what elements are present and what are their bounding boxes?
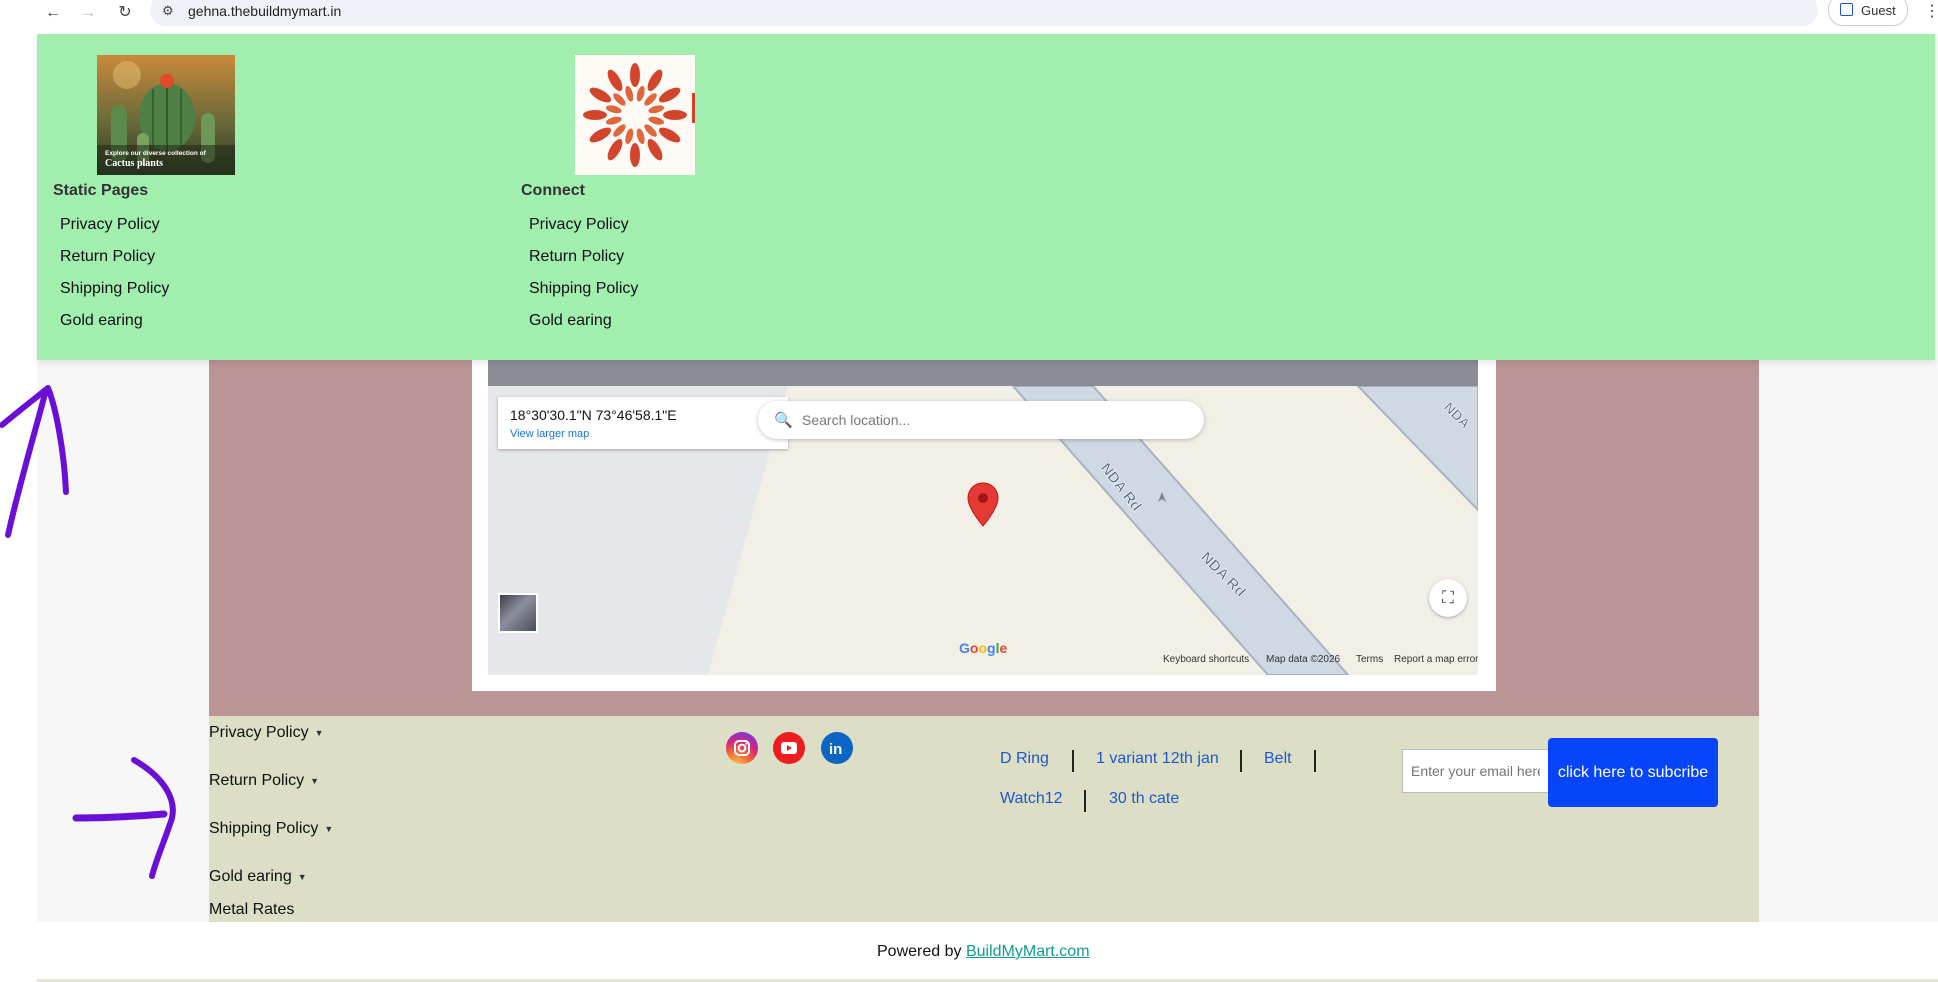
instagram-icon[interactable]	[726, 732, 758, 764]
linkedin-icon[interactable]: in	[821, 732, 853, 764]
url-text: gehna.thebuildmymart.in	[188, 3, 342, 19]
caret-down-icon: ▼	[310, 775, 320, 786]
reload-icon[interactable]: ↻	[114, 2, 136, 24]
search-icon: 🔍	[774, 412, 793, 429]
site-info-icon[interactable]: ⚙	[162, 3, 174, 19]
back-icon[interactable]: ←	[42, 2, 64, 24]
powered-by-prefix: Powered by	[877, 943, 962, 960]
buildmymart-link[interactable]: BuildMyMart.com	[966, 943, 1090, 960]
map-card: NDA Rd NDA Rd NDA ◷ 18°30'30.1"N 73°46'5…	[472, 330, 1496, 691]
tag-separator	[1072, 750, 1074, 772]
tag-link-belt[interactable]: Belt	[1264, 750, 1292, 768]
google-logo: Google	[959, 640, 1008, 656]
footer-link-shipping-policy[interactable]: Shipping Policy ▼	[209, 820, 333, 838]
person-icon	[1840, 3, 1853, 16]
footer-link-return-policy[interactable]: Return Policy ▼	[209, 772, 319, 790]
more-menu-icon[interactable]: ⋮	[1924, 1, 1938, 21]
map-view[interactable]: NDA Rd NDA Rd NDA ◷ 18°30'30.1"N 73°46'5…	[488, 330, 1478, 675]
footer-link-privacy-policy[interactable]: Privacy Policy ▼	[209, 724, 324, 742]
footer-link-label: Return Policy	[209, 772, 305, 789]
email-input[interactable]	[1402, 749, 1548, 793]
place-card: 18°30'30.1"N 73°46'58.1"E View larger ma…	[498, 397, 788, 449]
footer-link-label: Shipping Policy	[209, 820, 319, 837]
menu-title-connect: Connect	[521, 182, 585, 199]
menu-link-return-policy[interactable]: Return Policy	[60, 248, 155, 266]
menu-link-gold-earing[interactable]: Gold earing	[60, 312, 143, 330]
satellite-toggle[interactable]	[498, 593, 538, 633]
profile-label: Guest	[1861, 3, 1896, 18]
keyboard-shortcuts-link[interactable]: Keyboard shortcuts	[1163, 654, 1249, 665]
caret-down-icon: ▼	[324, 823, 334, 834]
banner-caption-line2: Cactus plants	[105, 158, 163, 169]
menu-link-return-policy[interactable]: Return Policy	[529, 248, 624, 266]
caret-down-icon: ▼	[297, 871, 307, 882]
report-map-error-link[interactable]: Report a map error	[1394, 654, 1478, 665]
view-larger-map-link[interactable]: View larger map	[510, 428, 589, 440]
powered-by: Powered by BuildMyMart.com	[877, 943, 1090, 961]
menu-title-static-pages: Static Pages	[53, 182, 149, 199]
menu-link-shipping-policy[interactable]: Shipping Policy	[60, 280, 169, 298]
menu-link-privacy-policy[interactable]: Privacy Policy	[529, 216, 629, 234]
footer-link-label: Gold earing	[209, 868, 292, 885]
footer-link-label: Privacy Policy	[209, 724, 309, 741]
footer-link-metal-rates[interactable]: Metal Rates	[209, 901, 294, 919]
mega-menu: Explore our diverse collection of Cactus…	[37, 34, 1935, 360]
tag-link-d-ring[interactable]: D Ring	[1000, 750, 1049, 768]
tag-separator	[1084, 790, 1086, 812]
tag-link-1-variant[interactable]: 1 variant 12th jan	[1096, 750, 1219, 768]
tag-link-30th-cate[interactable]: 30 th cate	[1109, 790, 1179, 808]
subscribe-button[interactable]: click here to subcribe	[1548, 738, 1718, 807]
coordinates-text: 18°30'30.1"N 73°46'58.1"E	[510, 407, 677, 423]
caret-down-icon: ▼	[314, 727, 324, 738]
map-search[interactable]: 🔍 Search location...	[758, 401, 1204, 439]
tag-separator	[1240, 750, 1242, 772]
mandala-logo-image[interactable]	[575, 55, 695, 175]
menu-link-privacy-policy[interactable]: Privacy Policy	[60, 216, 160, 234]
profile-button[interactable]: Guest	[1828, 0, 1908, 26]
terms-link[interactable]: Terms	[1356, 654, 1383, 665]
tag-separator	[1314, 750, 1316, 772]
banner-caption-line1: Explore our diverse collection of	[105, 150, 207, 157]
fullscreen-icon[interactable]: ⛶	[1429, 579, 1467, 617]
youtube-icon[interactable]	[773, 732, 805, 764]
forward-icon[interactable]: →	[77, 2, 99, 24]
search-placeholder: Search location...	[802, 412, 911, 428]
footer-link-gold-earing[interactable]: Gold earing ▼	[209, 868, 307, 886]
browser-toolbar: ← → ↻ ⚙ gehna.thebuildmymart.in Guest ⋮	[0, 0, 1938, 28]
cactus-banner-image[interactable]: Explore our diverse collection of Cactus…	[97, 55, 235, 175]
address-bar[interactable]: ⚙ gehna.thebuildmymart.in	[150, 0, 1818, 26]
svg-text:in: in	[829, 741, 842, 758]
footer-band	[209, 716, 1759, 922]
map-data-text: Map data ©2026	[1266, 654, 1341, 665]
menu-link-shipping-policy[interactable]: Shipping Policy	[529, 280, 638, 298]
tag-link-watch12[interactable]: Watch12	[1000, 790, 1063, 808]
menu-link-gold-earing[interactable]: Gold earing	[529, 312, 612, 330]
